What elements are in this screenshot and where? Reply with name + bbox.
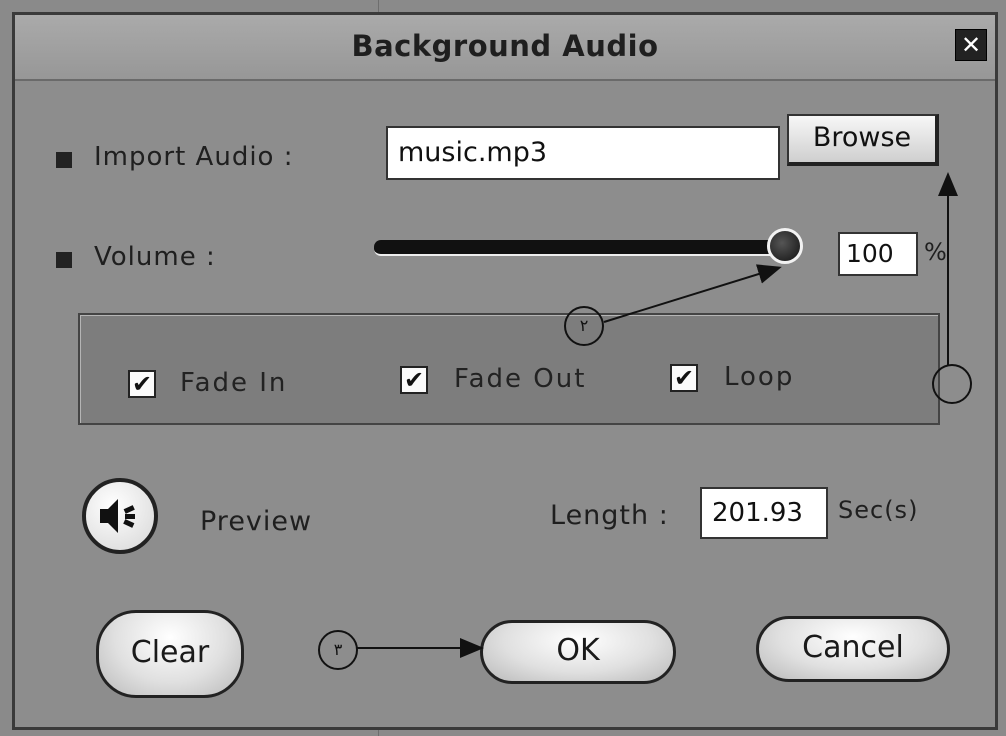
annotation-marker-3: ٣ (318, 630, 358, 670)
annotation-arrows (356, 172, 958, 658)
annotation-marker-1 (932, 364, 972, 404)
annotation-marker-2: ٢ (564, 306, 604, 346)
